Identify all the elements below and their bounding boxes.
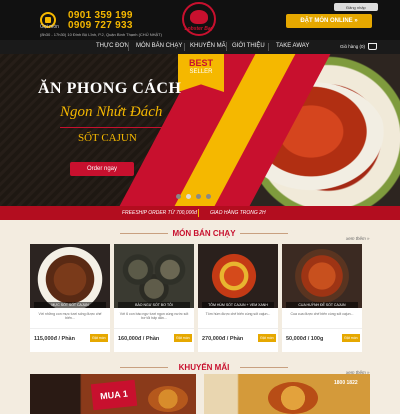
product-name: TÔM HÙM SỐT CAJUN + VEM XANH: [202, 302, 274, 308]
main-nav: THỰC ĐƠN MÓN BÁN CHẠY KHUYẾN MÃI GIỚI TH…: [0, 40, 400, 54]
hotline-text: 1800 1822: [334, 380, 358, 386]
order-now-button[interactable]: Order ngay: [70, 162, 134, 176]
product-name: MỰC SỐT SỐT CAJUN: [34, 302, 106, 308]
order-button[interactable]: Đặt món: [258, 334, 276, 342]
freeship-text: FREESHIP ORDER TỪ 700,000đ: [122, 210, 197, 216]
nav-separator: [184, 43, 185, 51]
section-divider-right: [240, 367, 288, 368]
product-price: 270,000đ / Phần: [202, 336, 244, 342]
card-divider: [30, 328, 110, 329]
pizza-image: [148, 386, 188, 412]
promotion-banner-right[interactable]: 1800 1822: [204, 374, 370, 414]
top-header: 0901 359 199 Gọi món 0909 727 933 (8h30 …: [0, 0, 400, 40]
product-card[interactable]: BÀO NGƯ SỐT BƠ TỎI Với 6 con bào ngư tươ…: [114, 244, 194, 352]
best-sellers-title: MÓN BÁN CHẠY: [172, 229, 236, 238]
logo[interactable]: Lobster Bay: [170, 2, 228, 38]
product-price: 115,000đ / Phần: [34, 336, 75, 342]
slider-dot[interactable]: [176, 194, 181, 199]
pizza-image: [268, 382, 318, 414]
logo-text: Lobster Bay: [184, 26, 214, 32]
product-desc: Cua cua được chế biến cùng sốt cajun...: [290, 312, 354, 316]
nav-item-best-sellers[interactable]: MÓN BÁN CHẠY: [136, 43, 182, 49]
hero-divider: [60, 127, 170, 128]
product-desc: Với 6 con bào ngư tươi ngon cùng nước số…: [119, 312, 189, 320]
product-price: 160,000đ / Phần: [118, 336, 160, 342]
nav-separator: [128, 43, 129, 51]
badge-line-1: BEST: [188, 58, 213, 68]
nav-separator: [268, 43, 269, 51]
order-button[interactable]: Đặt món: [174, 334, 192, 342]
buy-one-badge: MUA 1: [90, 379, 138, 411]
lobster-icon: [190, 10, 208, 24]
hero-tagline: Ngon Nhứt Đách: [60, 104, 163, 120]
section-divider-left: [120, 233, 168, 234]
product-photo: [198, 244, 278, 308]
nav-item-promotions[interactable]: KHUYẾN MÃI: [190, 43, 227, 49]
product-card[interactable]: MỰC SỐT SỐT CAJUN Với những con mực tươi…: [30, 244, 110, 352]
login-button[interactable]: Đăng nhập: [334, 3, 378, 11]
cart-icon[interactable]: [368, 43, 377, 50]
hero-title: ĂN PHONG CÁCH: [38, 80, 182, 97]
section-divider-right: [240, 233, 288, 234]
product-price: 50,000đ / 100g: [286, 336, 324, 342]
nav-item-take-away[interactable]: TAKE AWAY: [276, 43, 309, 49]
product-photo: [30, 244, 110, 308]
order-online-button[interactable]: ĐẶT MÓN ONLINE »: [286, 14, 372, 28]
product-name: BÀO NGƯ SỐT BƠ TỎI: [118, 302, 190, 308]
promotion-banner-left[interactable]: MUA 1: [30, 374, 196, 414]
product-name: CUA HUỲNH ĐẾ SỐT CAJUN: [286, 302, 358, 308]
promo-separator: [198, 209, 199, 217]
order-button[interactable]: Đặt món: [342, 334, 360, 342]
nav-item-about[interactable]: GIỚI THIỆU: [232, 43, 265, 49]
card-divider: [282, 328, 362, 329]
phone-number-2[interactable]: 0909 727 933: [68, 20, 133, 31]
badge-line-2: SELLER: [189, 69, 213, 75]
cart-link[interactable]: Giỏ hàng (0): [340, 44, 365, 49]
phone-label: Gọi món: [40, 24, 59, 30]
product-photo: [114, 244, 194, 308]
hero-banner: BEST SELLER: [0, 54, 400, 206]
section-divider-left: [120, 367, 168, 368]
slider-dot-active[interactable]: [186, 194, 191, 199]
slider-dot[interactable]: [206, 194, 211, 199]
product-card[interactable]: TÔM HÙM SỐT CAJUN + VEM XANH Tôm hùm đượ…: [198, 244, 278, 352]
nav-separator: [226, 43, 227, 51]
product-card[interactable]: CUA HUỲNH ĐẾ SỐT CAJUN Cua cua được chế …: [282, 244, 362, 352]
hero-subtitle: SỐT CAJUN: [78, 132, 137, 144]
delivery-text: GIAO HÀNG TRONG 2H: [210, 210, 266, 216]
opening-hours: (8h30 - 17h30) 10 Đinh Bộ Lĩnh, P.2, Quậ…: [40, 32, 162, 37]
nav-item-menu[interactable]: THỰC ĐƠN: [96, 43, 129, 49]
card-divider: [114, 328, 194, 329]
slider-pager: [176, 194, 224, 200]
card-divider: [198, 328, 278, 329]
promotions-title: KHUYẾN MÃI: [178, 363, 230, 372]
product-photo: [282, 244, 362, 308]
order-button[interactable]: Đặt món: [90, 334, 108, 342]
product-desc: Với những con mực tươi sống được chế biế…: [38, 312, 102, 320]
product-desc: Tôm hùm được chế biến cùng sốt cajun...: [205, 312, 271, 316]
best-sellers-see-more[interactable]: xem thêm »: [346, 236, 370, 241]
slider-dot[interactable]: [196, 194, 201, 199]
promo-bar: FREESHIP ORDER TỪ 700,000đ GIAO HÀNG TRO…: [0, 206, 400, 220]
